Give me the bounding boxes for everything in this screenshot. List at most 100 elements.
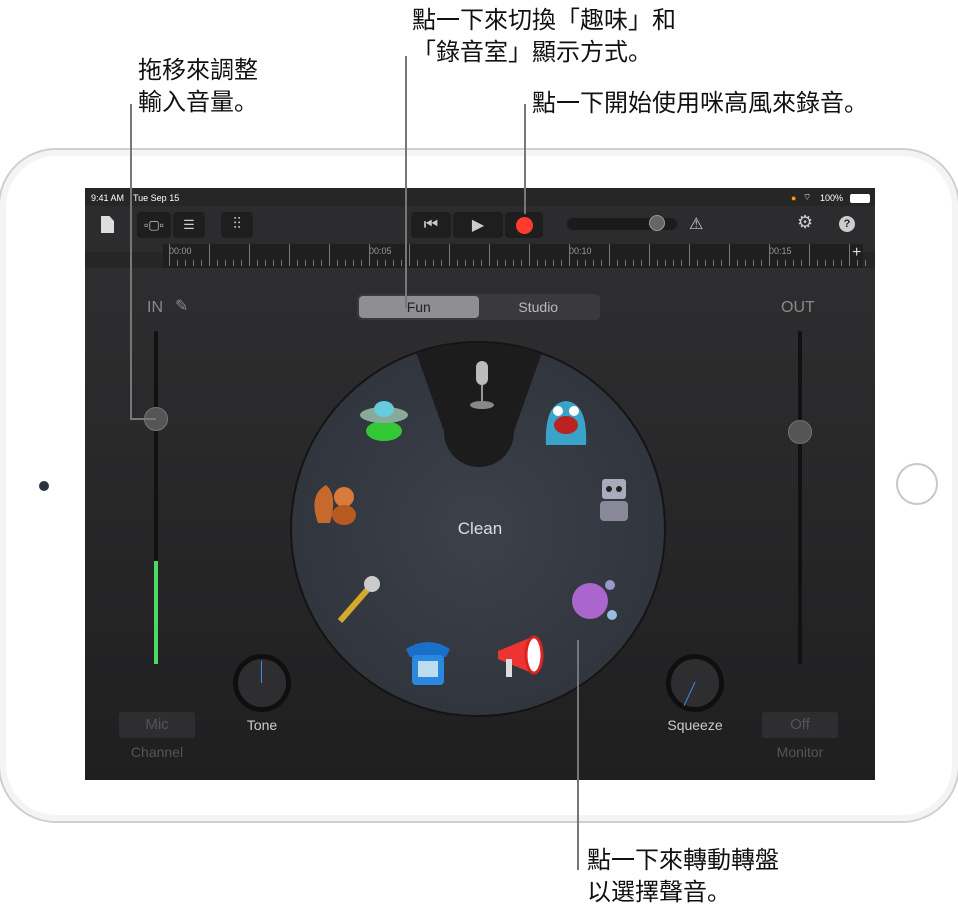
ruler-tick xyxy=(233,260,234,266)
channel-label: Channel xyxy=(130,744,184,760)
ruler-tick xyxy=(537,260,538,266)
play-button[interactable]: ▶ xyxy=(453,212,503,238)
ruler-tick xyxy=(617,260,618,266)
ruler-tick xyxy=(489,244,490,266)
ruler-tick xyxy=(697,260,698,266)
mode-toggle[interactable]: Fun Studio xyxy=(357,294,600,320)
ruler-tick xyxy=(409,244,410,266)
tracks-view-icon: ▫▢▫ xyxy=(144,218,164,232)
ruler-tick xyxy=(305,260,306,266)
ruler-tick xyxy=(729,244,730,266)
ruler-tick xyxy=(825,260,826,266)
record-button[interactable] xyxy=(505,212,543,238)
telephone-voice-icon[interactable] xyxy=(400,635,456,691)
ruler-tick xyxy=(345,260,346,266)
ruler-tick xyxy=(281,260,282,266)
ruler-tick xyxy=(745,260,746,266)
ruler-tick xyxy=(441,260,442,266)
rewind-icon: ⏮ xyxy=(423,216,439,233)
home-button[interactable] xyxy=(896,463,938,505)
output-label: OUT xyxy=(781,299,815,316)
bubbles-voice-icon[interactable] xyxy=(566,571,622,627)
ruler-tick xyxy=(193,260,194,266)
input-level-fill xyxy=(154,561,158,664)
ruler-tick xyxy=(385,260,386,266)
tab-studio[interactable]: Studio xyxy=(479,296,599,318)
ruler-tick xyxy=(457,260,458,266)
ruler-tick xyxy=(529,244,530,266)
ruler-tick xyxy=(865,260,866,266)
ufo-voice-icon[interactable] xyxy=(356,391,412,447)
play-icon: ▶ xyxy=(471,217,485,234)
ruler-tick xyxy=(329,244,330,266)
monster-voice-icon[interactable] xyxy=(538,393,594,449)
ruler-tick xyxy=(609,244,610,266)
add-section-icon[interactable]: + xyxy=(852,244,861,262)
ruler-tick xyxy=(673,260,674,266)
tone-knob[interactable] xyxy=(233,654,291,712)
ruler-tick xyxy=(217,260,218,266)
ruler-tick xyxy=(297,260,298,266)
ruler-tick xyxy=(177,260,178,266)
ruler-tick xyxy=(505,260,506,266)
megaphone-voice-icon[interactable] xyxy=(492,629,548,685)
ruler-tick xyxy=(289,244,290,266)
ruler-tick xyxy=(849,244,850,266)
robot-voice-icon[interactable] xyxy=(586,473,642,529)
ruler-tick xyxy=(273,260,274,266)
channel-button[interactable]: Mic xyxy=(119,712,195,738)
microphone-voice-icon[interactable] xyxy=(454,357,510,413)
ruler-label: 00:00 xyxy=(169,246,192,256)
document-icon[interactable] xyxy=(101,216,114,233)
ruler-tick xyxy=(633,260,634,266)
ruler-tick xyxy=(241,260,242,266)
output-volume-slider[interactable] xyxy=(788,420,812,444)
ruler-label: 00:05 xyxy=(369,246,392,256)
timeline-ruler[interactable]: 00:00 00:05 00:10 00:15 xyxy=(163,244,866,268)
ruler-tick xyxy=(369,244,370,266)
callout-line xyxy=(524,104,526,214)
ruler-tick xyxy=(737,260,738,266)
ruler-tick xyxy=(465,260,466,266)
ruler-tick xyxy=(249,244,250,266)
ruler-tick xyxy=(801,260,802,266)
tracks-icon: ☰ xyxy=(183,217,195,232)
input-settings-icon[interactable]: ✎ xyxy=(175,296,188,316)
metronome-icon[interactable]: ⚠ xyxy=(689,214,703,234)
squirrel-voice-icon[interactable] xyxy=(308,475,364,531)
help-icon[interactable]: ? xyxy=(839,216,855,232)
tracks-button[interactable]: ☰ xyxy=(173,212,205,238)
rewind-button[interactable]: ⏮ xyxy=(411,212,451,238)
ruler-tick xyxy=(473,260,474,266)
volume-thumb[interactable] xyxy=(649,215,665,231)
voice-wheel[interactable]: Clean xyxy=(290,341,666,717)
squeeze-label: Squeeze xyxy=(667,717,723,733)
ruler-tick xyxy=(841,260,842,266)
settings-icon[interactable]: ⚙ xyxy=(797,212,813,233)
ruler-tick xyxy=(425,260,426,266)
status-date: Tue Sep 15 xyxy=(133,193,180,203)
camera xyxy=(39,481,49,491)
ruler-tick xyxy=(377,260,378,266)
garageband-screen: 9:41 AM Tue Sep 15 ● ⌔ 100% ▫▢▫ ☰ ⫶⫶ ⏮ ▶… xyxy=(85,188,875,780)
view-toggle-button[interactable]: ▫▢▫ xyxy=(137,212,171,238)
wifi-icon: ⌔ xyxy=(803,192,812,202)
mixer-button[interactable]: ⫶⫶ xyxy=(221,212,253,238)
ruler-tick xyxy=(785,260,786,266)
ruler-tick xyxy=(449,244,450,266)
ruler-tick xyxy=(641,260,642,266)
ruler-tick xyxy=(705,260,706,266)
squeeze-knob[interactable] xyxy=(666,654,724,712)
battery-percent: 100% xyxy=(820,193,844,203)
ruler-tick xyxy=(185,260,186,266)
ruler-tick xyxy=(521,260,522,266)
ruler-tick xyxy=(209,244,210,266)
battery-icon xyxy=(850,194,870,203)
ruler-tick xyxy=(561,260,562,266)
ruler-tick xyxy=(649,244,650,266)
callout-line xyxy=(130,418,156,420)
ruler-tick xyxy=(817,260,818,266)
star-mic-voice-icon[interactable] xyxy=(330,571,386,627)
tab-fun[interactable]: Fun xyxy=(359,296,479,318)
monitor-button[interactable]: Off xyxy=(762,712,838,738)
